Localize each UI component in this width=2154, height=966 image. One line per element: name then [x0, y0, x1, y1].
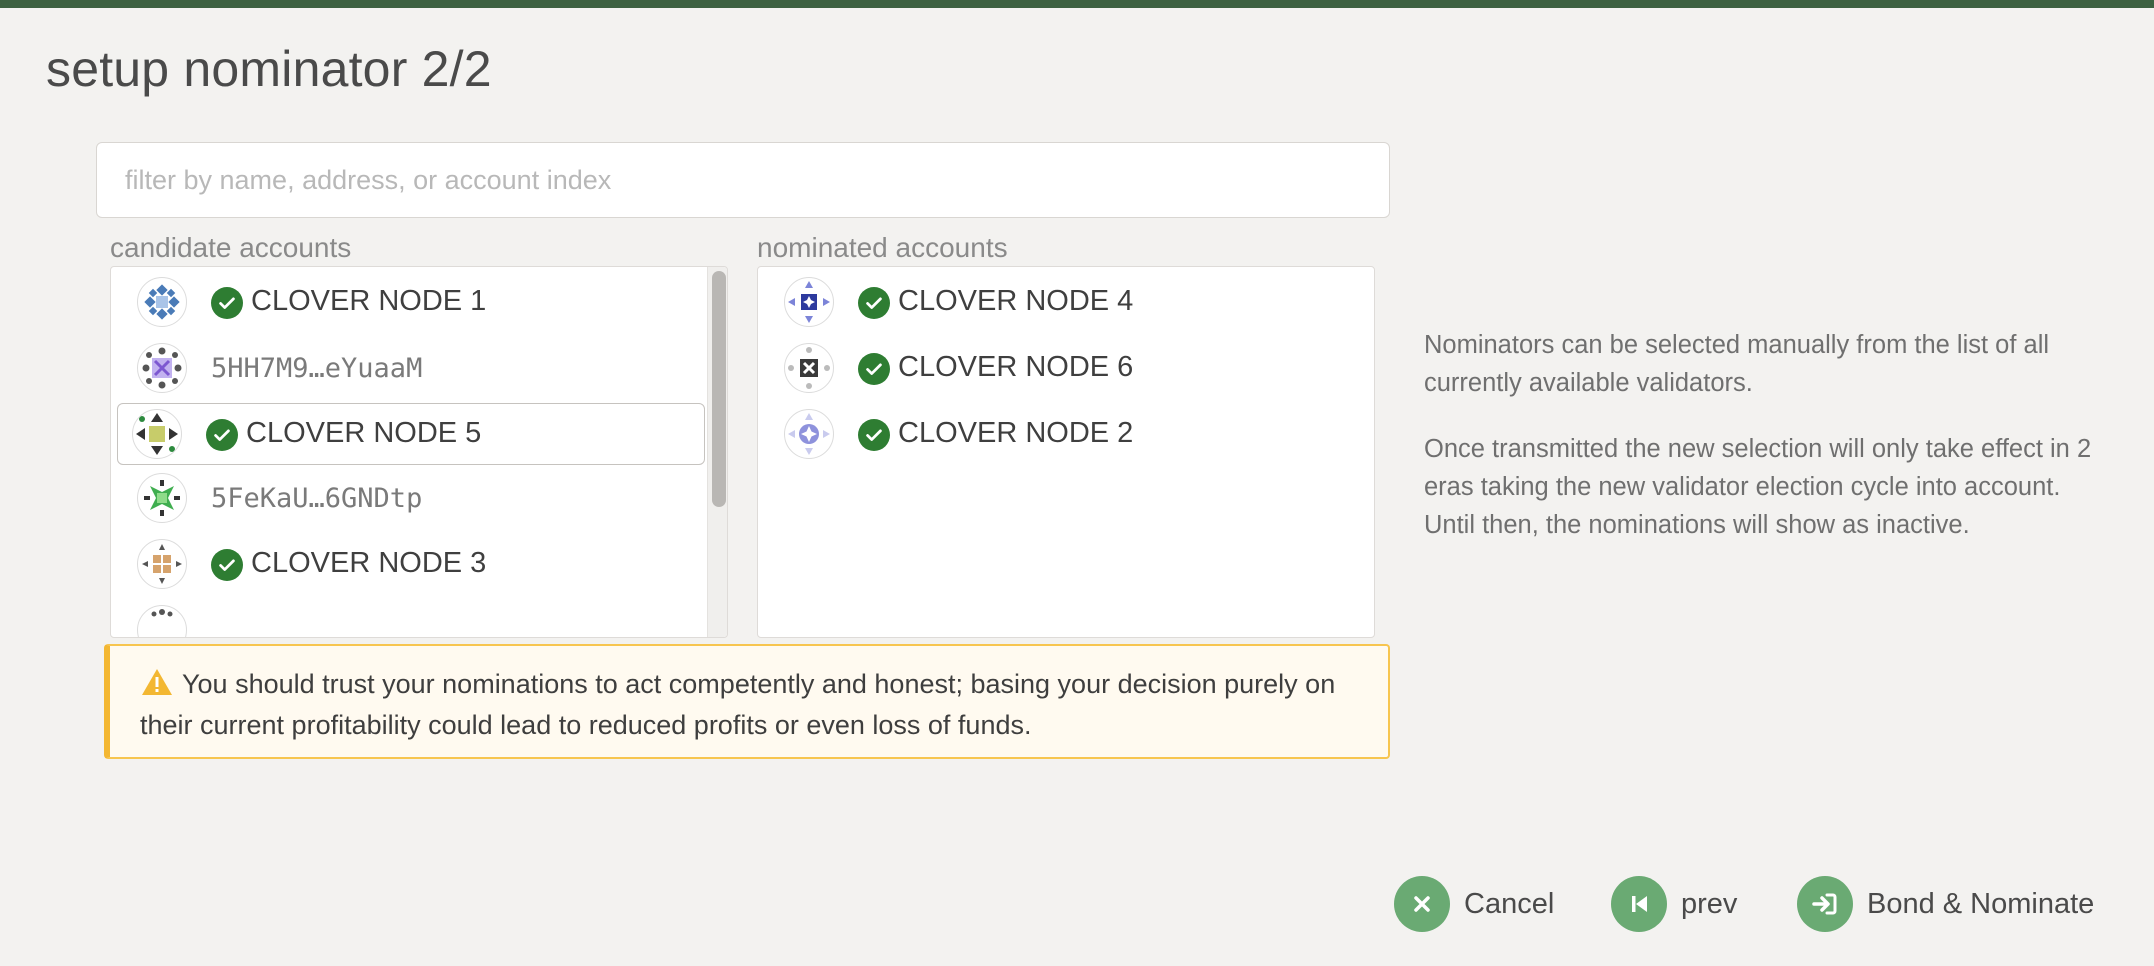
help-text-transmission: Once transmitted the new selection will …	[1424, 435, 2092, 539]
verified-check-icon	[858, 287, 890, 319]
candidate-item-partial[interactable]	[117, 599, 727, 637]
nominated-item[interactable]: CLOVER NODE 6	[764, 337, 1364, 399]
account-name: CLOVER NODE 6	[898, 351, 1134, 383]
top-bar	[0, 0, 2154, 8]
identicon-icon	[784, 409, 834, 459]
sign-in-icon	[1797, 876, 1853, 932]
modal-title: setup nominator 2/2	[46, 41, 492, 97]
verified-check-icon	[858, 419, 890, 451]
bond-nominate-button-label: Bond & Nominate	[1867, 887, 2095, 920]
close-icon	[1394, 876, 1450, 932]
cancel-button-label: Cancel	[1464, 887, 1555, 920]
nominated-item[interactable]: CLOVER NODE 4	[764, 271, 1364, 333]
verified-check-icon	[211, 287, 243, 319]
account-name: CLOVER NODE 1	[251, 285, 487, 317]
account-address: 5FeKaU…6GNDtp	[211, 483, 423, 514]
account-address: 5HH7M9…eYuaaM	[211, 353, 423, 384]
identicon-icon	[137, 605, 187, 637]
warning-text: You should trust your nominations to act…	[140, 669, 1336, 740]
account-name: CLOVER NODE 3	[251, 547, 487, 579]
account-name: CLOVER NODE 4	[898, 285, 1134, 317]
prev-button[interactable]: prev	[1611, 876, 1737, 932]
verified-check-icon	[211, 549, 243, 581]
identicon-icon	[137, 277, 187, 327]
nominated-item[interactable]: CLOVER NODE 2	[764, 403, 1364, 465]
warning-triangle-icon	[140, 667, 174, 697]
candidate-item[interactable]: 5FeKaU…6GNDtp	[117, 467, 727, 529]
candidate-list-scrollbar[interactable]	[707, 267, 727, 637]
verified-check-icon	[858, 353, 890, 385]
warning-message: You should trust your nominations to act…	[104, 644, 1390, 759]
nominated-accounts-list[interactable]: CLOVER NODE 4 CLOVER NODE 6 CLOVER NODE …	[757, 266, 1375, 638]
identicon-icon	[137, 539, 187, 589]
cancel-button[interactable]: Cancel	[1394, 876, 1554, 932]
account-name: CLOVER NODE 2	[898, 417, 1134, 449]
bond-nominate-button[interactable]: Bond & Nominate	[1797, 876, 2094, 932]
identicon-icon	[132, 409, 182, 459]
identicon-icon	[784, 277, 834, 327]
account-name: CLOVER NODE 5	[246, 417, 482, 449]
verified-check-icon	[206, 419, 238, 451]
candidate-item[interactable]: 5HH7M9…eYuaaM	[117, 337, 727, 399]
candidate-item[interactable]: CLOVER NODE 1	[117, 271, 727, 333]
nominated-accounts-label: nominated accounts	[757, 232, 1008, 263]
step-backward-icon	[1611, 876, 1667, 932]
scrollbar-thumb[interactable]	[712, 271, 726, 507]
identicon-icon	[784, 343, 834, 393]
search-input[interactable]	[96, 142, 1390, 218]
identicon-icon	[137, 473, 187, 523]
candidate-accounts-list[interactable]: CLOVER NODE 1 5HH7M9…eYuaaM CLOVER NODE …	[110, 266, 728, 638]
help-text-selection: Nominators can be selected manually from…	[1424, 331, 2050, 397]
candidate-item[interactable]: CLOVER NODE 3	[117, 533, 727, 595]
candidate-item-selected[interactable]: CLOVER NODE 5	[117, 403, 705, 465]
prev-button-label: prev	[1681, 887, 1738, 920]
identicon-icon	[137, 343, 187, 393]
candidate-accounts-label: candidate accounts	[110, 232, 352, 263]
